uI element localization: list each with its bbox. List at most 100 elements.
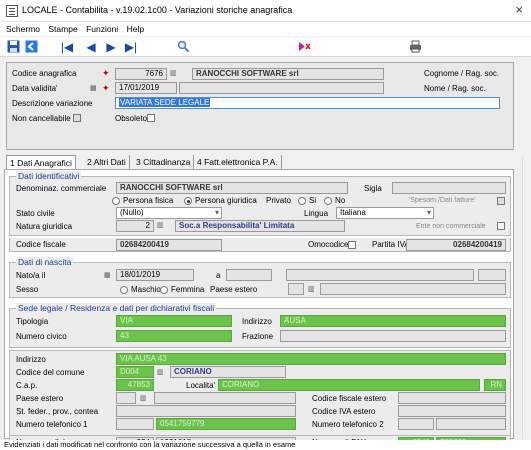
menu-bar: Schermo Stampe Funzioni Help — [0, 22, 531, 36]
sigla-label: Sigla — [364, 184, 382, 193]
data-validita-field[interactable]: 17/01/2019 — [115, 82, 177, 94]
menu-stampe[interactable]: Stampe — [48, 22, 77, 36]
tab-dati-anagrafici[interactable]: 1 Dati Anagrafici — [6, 155, 76, 170]
search-icon[interactable] — [176, 40, 190, 54]
luogo-code-field[interactable] — [226, 269, 272, 281]
iva-estero-field[interactable] — [398, 405, 506, 417]
exit-icon[interactable] — [24, 40, 38, 54]
privato-no-label: No — [335, 196, 346, 205]
first-record-icon[interactable]: |◀ — [60, 40, 74, 54]
vertical-scrollbar[interactable] — [522, 157, 531, 439]
comune-code-field[interactable]: D004 — [116, 366, 154, 378]
indirizzo-field[interactable]: AUSA — [280, 315, 506, 327]
prev-record-icon[interactable]: ◀ — [84, 40, 98, 54]
indirizzo-full-field[interactable]: VIA AUSA 43 — [116, 353, 506, 365]
nato-field[interactable]: 18/01/2019 — [116, 269, 194, 281]
paese-code-field[interactable] — [116, 392, 136, 404]
femmina-label: Femmina — [171, 285, 205, 294]
calendar-icon[interactable]: ▦ — [104, 271, 111, 280]
luogo-prov-field[interactable] — [478, 269, 506, 281]
indirizzo-full-label: Indirizzo — [16, 355, 46, 364]
a-label: a — [216, 271, 221, 280]
piva-field[interactable]: 02684200419 — [406, 239, 506, 251]
luogo-field[interactable] — [286, 269, 474, 281]
paese-field[interactable] — [154, 392, 296, 404]
lookup-icon[interactable]: ▥ — [157, 221, 164, 230]
tel2-prefix-field[interactable] — [398, 418, 434, 430]
menu-schermo[interactable]: Schermo — [6, 22, 40, 36]
print-icon[interactable] — [408, 40, 422, 54]
next-record-icon[interactable]: ▶ — [104, 40, 118, 54]
paese-estero-code-field[interactable] — [288, 283, 304, 295]
denominazione-field[interactable]: RANOCCHI SOFTWARE srl — [116, 182, 348, 194]
persona-fisica-label: Persona fisica — [123, 196, 174, 205]
non-cancellabile-label: Non cancellabile — [12, 114, 71, 123]
paese-estero-field[interactable] — [320, 283, 506, 295]
natura-code-field[interactable]: 2 — [116, 220, 154, 232]
tel2-field[interactable] — [436, 418, 506, 430]
cf-label: Codice fiscale — [16, 240, 66, 249]
persona-fisica-radio[interactable] — [112, 197, 120, 205]
ragione-sociale-field[interactable]: RANOCCHI SOFTWARE srl — [192, 68, 384, 80]
nome-field[interactable] — [179, 82, 384, 94]
stato-civile-label: Stato civile — [16, 209, 55, 218]
non-cancellabile-checkbox[interactable] — [73, 114, 81, 122]
save-icon[interactable] — [6, 40, 20, 54]
natura-field[interactable]: Soc.a Responsabilita' Limitata — [175, 220, 345, 232]
menu-funzioni[interactable]: Funzioni — [86, 22, 118, 36]
localita-field[interactable]: CORIANO — [218, 379, 480, 391]
spesometro-checkbox[interactable] — [497, 197, 505, 205]
required-mark: ✦ — [102, 83, 110, 93]
close-icon[interactable]: × — [515, 2, 523, 17]
tab-cittadinanza[interactable]: 3 Cittadinanza — [133, 155, 195, 169]
cf-estero-label: Codice fiscale estero — [312, 394, 387, 403]
maschio-label: Maschio — [131, 285, 161, 294]
omocodice-label: Omocodice — [308, 240, 349, 249]
civico-label: Numero civico — [16, 332, 67, 341]
last-record-icon[interactable]: ▶| — [124, 40, 138, 54]
cf-estero-field[interactable] — [398, 392, 506, 404]
maschio-radio[interactable] — [120, 286, 128, 294]
tab-altri-dati[interactable]: 2 Altri Dati — [84, 155, 130, 169]
sigla-field[interactable] — [392, 182, 506, 194]
menu-help[interactable]: Help — [127, 22, 144, 36]
group-title: Sede legale / Residenza e dati per dichi… — [16, 303, 217, 314]
calendar-icon[interactable]: ▦ — [90, 84, 97, 93]
descrizione-field[interactable]: VARIATA SEDE LEGALE — [115, 97, 500, 109]
tel1-prefix-field[interactable] — [116, 418, 154, 430]
comune-name-field[interactable]: CORIANO — [170, 366, 286, 378]
st-feder-field[interactable] — [116, 405, 296, 417]
header-panel: Codice anagrafica ✦ 7676 ▥ RANOCCHI SOFT… — [6, 62, 514, 150]
stato-civile-select[interactable]: (Nullo) — [116, 207, 222, 219]
obsoleto-checkbox[interactable] — [147, 114, 155, 122]
localita-label: Localita' — [186, 381, 216, 390]
lingua-select[interactable]: Italiana — [336, 207, 434, 219]
codice-field[interactable]: 7676 — [115, 68, 167, 80]
tab-fatt-elettronica[interactable]: 4 Fatt.elettronica P.A. — [194, 155, 282, 169]
iva-estero-label: Codice IVA estero — [312, 407, 376, 416]
group-title: Dati identificativi — [16, 171, 82, 182]
ente-checkbox[interactable] — [497, 222, 505, 230]
spesometro-label: 'Spesom./Dati fatture' — [409, 197, 476, 204]
delete-icon[interactable] — [298, 40, 312, 54]
tel1-field[interactable]: 0541759779 — [156, 418, 296, 430]
civico-field[interactable]: 43 — [116, 330, 232, 342]
persona-giuridica-label: Persona giuridica — [195, 196, 257, 205]
lookup-icon[interactable]: ▥ — [157, 368, 164, 377]
cap-field[interactable]: 47853 — [116, 379, 154, 391]
lookup-icon[interactable]: ▥ — [308, 285, 315, 294]
persona-giuridica-radio[interactable] — [184, 197, 192, 205]
provincia-field[interactable]: RN — [484, 379, 506, 391]
privato-si-radio[interactable] — [298, 197, 306, 205]
cf-field[interactable]: 02684200419 — [116, 239, 222, 251]
paese-estero-label: Paese estero — [210, 285, 258, 294]
window-title: LOCALE - Contabilita - v.19.02.1c00 - Va… — [22, 5, 293, 15]
privato-no-radio[interactable] — [324, 197, 332, 205]
omocodice-checkbox[interactable] — [348, 241, 356, 249]
frazione-field[interactable] — [280, 330, 506, 342]
group-identificativi: Dati identificativi Denominaz. commercia… — [9, 171, 511, 236]
tipologia-field[interactable]: VIA — [116, 315, 232, 327]
femmina-radio[interactable] — [160, 286, 168, 294]
lookup-icon[interactable]: ▥ — [140, 394, 147, 403]
lookup-icon[interactable]: ▥ — [170, 69, 177, 78]
